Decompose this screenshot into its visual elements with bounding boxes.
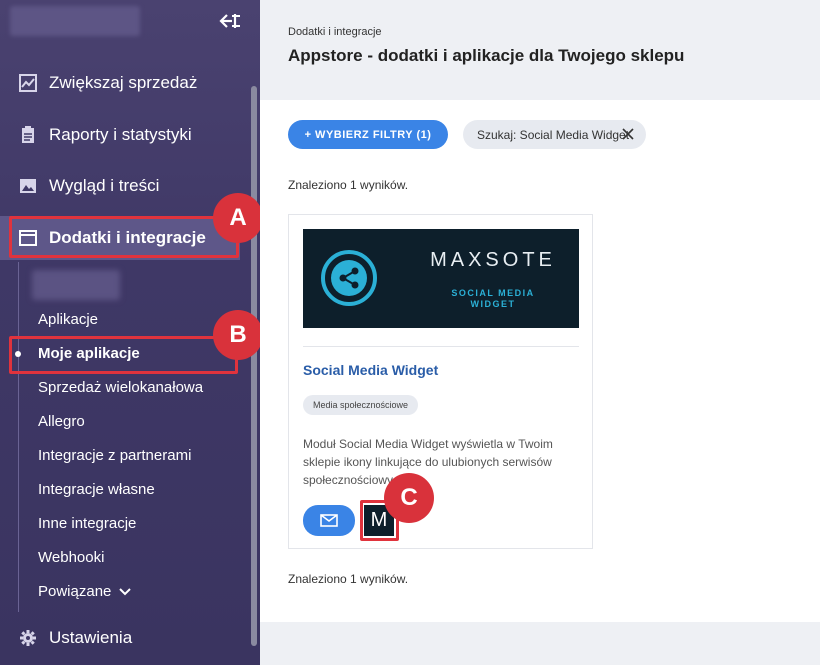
submenu-item-webhooks[interactable]: Webhooki: [38, 549, 104, 566]
chevron-down-icon: [119, 587, 132, 596]
menu-item-settings[interactable]: Ustawienia: [0, 616, 240, 660]
collapse-sidebar-icon[interactable]: [218, 11, 242, 31]
annotation-badge-c: C: [384, 473, 434, 523]
chart-line-icon: [19, 74, 37, 92]
main-content: + WYBIERZ FILTRY (1) Szukaj: Social Medi…: [260, 100, 820, 622]
submenu-item-sprzedaz[interactable]: Sprzedaż wielokanałowa: [38, 379, 203, 396]
page-title: Appstore - dodatki i aplikacje dla Twoje…: [288, 46, 685, 65]
app-title[interactable]: Social Media Widget: [303, 362, 438, 378]
sidebar-scrollbar[interactable]: [251, 86, 257, 646]
menu-item-label: Wygląd i treści: [49, 176, 160, 195]
menu-item-label: Zwiększaj sprzedaż: [49, 73, 198, 92]
sidebar-header: [0, 0, 260, 44]
results-count-top: Znaleziono 1 wyników.: [288, 178, 409, 192]
app-card[interactable]: MAXSOTE SOCIAL MEDIA WIDGET Social Media…: [288, 214, 593, 549]
contact-button[interactable]: [303, 505, 355, 536]
image-icon: [19, 177, 37, 195]
category-tag[interactable]: Media społecznościowe: [303, 395, 419, 415]
clipboard-icon: [19, 126, 37, 144]
mail-icon: [320, 514, 338, 527]
highlight-box-a: [9, 216, 239, 258]
menu-item-sales[interactable]: Zwiększaj sprzedaż: [0, 61, 240, 105]
gear-icon: [19, 629, 37, 647]
results-count-bottom: Znaleziono 1 wyników.: [288, 572, 409, 586]
menu-item-reports[interactable]: Raporty i statystyki: [0, 113, 240, 157]
submenu-item-own-integrations[interactable]: Integracje własne: [38, 481, 155, 498]
breadcrumb[interactable]: Dodatki i integracje: [288, 26, 382, 38]
submenu-blurred-item: [32, 270, 120, 300]
app-description: Moduł Social Media Widget wyświetla w Tw…: [303, 437, 553, 487]
menu-item-appearance[interactable]: Wygląd i treści: [0, 164, 240, 208]
card-divider: [303, 346, 579, 347]
highlight-box-b: [9, 336, 238, 374]
submenu-item-partners[interactable]: Integracje z partnerami: [38, 447, 191, 464]
page-header: Dodatki i integracje Appstore - dodatki …: [260, 0, 820, 100]
menu-item-label: Ustawienia: [49, 628, 133, 647]
submenu-item-allegro[interactable]: Allegro: [38, 413, 85, 430]
submenu-item-related[interactable]: Powiązane: [38, 583, 132, 600]
search-filter-chip[interactable]: Szukaj: Social Media Widget: [463, 120, 646, 149]
choose-filters-button[interactable]: + WYBIERZ FILTRY (1): [288, 120, 448, 149]
close-icon[interactable]: [622, 128, 634, 140]
page-footer-area: [260, 622, 820, 665]
app-banner: MAXSOTE SOCIAL MEDIA WIDGET: [303, 229, 579, 328]
submenu-line: [18, 262, 19, 612]
store-logo: [10, 6, 140, 36]
banner-brand: MAXSOTE: [430, 249, 556, 271]
banner-line1: SOCIAL MEDIA: [451, 288, 535, 298]
menu-item-label: Raporty i statystyki: [49, 125, 192, 144]
submenu-item-other-integrations[interactable]: Inne integracje: [38, 515, 136, 532]
annotation-badge-b: B: [213, 310, 263, 360]
banner-line2: WIDGET: [470, 299, 516, 309]
submenu-item-aplikacje[interactable]: Aplikacje: [38, 311, 98, 328]
annotation-badge-a: A: [213, 193, 263, 243]
search-filter-label: Szukaj: Social Media Widget: [477, 127, 630, 142]
submenu-item-label: Powiązane: [38, 583, 112, 600]
